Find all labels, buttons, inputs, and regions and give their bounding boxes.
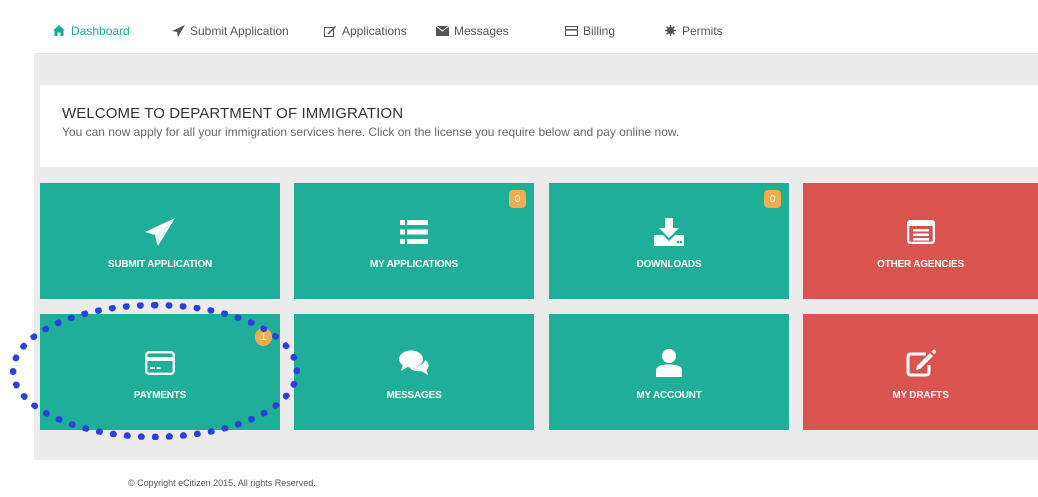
count-badge: 0 bbox=[509, 190, 526, 208]
page-title: WELCOME TO DEPARTMENT OF IMMIGRATION bbox=[62, 105, 404, 122]
tile-label: PAYMENTS bbox=[133, 390, 187, 401]
tile-label: DOWNLOADS bbox=[636, 259, 702, 270]
user-icon bbox=[652, 346, 686, 380]
nav-item-messages[interactable]: Messages bbox=[435, 8, 509, 53]
nav-item-label: Dashboard bbox=[71, 23, 130, 38]
tile-downloads[interactable]: 0 DOWNLOADS bbox=[549, 183, 789, 299]
page-subtitle: You can now apply for all your immigrati… bbox=[62, 125, 680, 139]
home-icon bbox=[52, 24, 66, 38]
window-list-icon bbox=[904, 215, 938, 249]
envelope-icon bbox=[435, 24, 449, 38]
count-badge: 1 bbox=[255, 328, 272, 346]
tile-label: OTHER AGENCIES bbox=[877, 259, 964, 270]
tile-label: MY ACCOUNT bbox=[636, 390, 702, 401]
tile-payments[interactable]: 1 PAYMENTS bbox=[40, 314, 280, 430]
credit-card-icon bbox=[564, 24, 578, 38]
nav-item-label: Billing bbox=[583, 23, 616, 38]
welcome-panel: WELCOME TO DEPARTMENT OF IMMIGRATION You… bbox=[40, 85, 1038, 167]
nav-item-label: Messages bbox=[454, 23, 509, 38]
nav-item-label: Permits bbox=[682, 23, 723, 38]
paper-plane-icon bbox=[143, 215, 177, 249]
top-navigation: Dashboard Submit Application Application… bbox=[34, 8, 1038, 54]
tile-messages[interactable]: MESSAGES bbox=[294, 314, 534, 430]
nav-item-dashboard[interactable]: Dashboard bbox=[52, 8, 130, 53]
tile-my-account[interactable]: MY ACCOUNT bbox=[549, 314, 789, 430]
nav-item-submit-application[interactable]: Submit Application bbox=[171, 8, 289, 53]
nav-item-applications[interactable]: Applications bbox=[323, 8, 407, 53]
tile-my-drafts[interactable]: MY DRAFTS bbox=[803, 314, 1038, 430]
edit-icon bbox=[323, 24, 337, 38]
edit-icon bbox=[904, 346, 938, 380]
nav-item-billing[interactable]: Billing bbox=[564, 8, 615, 53]
download-icon bbox=[652, 215, 686, 249]
paper-plane-icon bbox=[171, 24, 185, 38]
nav-item-permits[interactable]: Permits bbox=[663, 8, 723, 53]
tile-other-agencies[interactable]: OTHER AGENCIES bbox=[803, 183, 1038, 299]
nav-item-label: Submit Application bbox=[190, 23, 289, 38]
count-badge: 0 bbox=[764, 190, 781, 208]
copyright-text: © Copyright eCitizen 2015. All rights Re… bbox=[128, 478, 316, 488]
nav-item-label: Applications bbox=[342, 23, 407, 38]
tile-my-applications[interactable]: 0 MY APPLICATIONS bbox=[294, 183, 534, 299]
tile-label: MESSAGES bbox=[386, 390, 442, 401]
footer: © Copyright eCitizen 2015. All rights Re… bbox=[34, 460, 1038, 497]
tile-label: SUBMIT APPLICATION bbox=[107, 259, 213, 270]
tile-label: MY DRAFTS bbox=[892, 390, 949, 401]
comments-icon bbox=[397, 346, 431, 380]
tile-label: MY APPLICATIONS bbox=[370, 259, 458, 270]
tile-submit-application[interactable]: SUBMIT APPLICATION bbox=[40, 183, 280, 299]
list-icon bbox=[397, 215, 431, 249]
credit-card-icon bbox=[143, 346, 177, 380]
certificate-icon bbox=[663, 24, 677, 38]
